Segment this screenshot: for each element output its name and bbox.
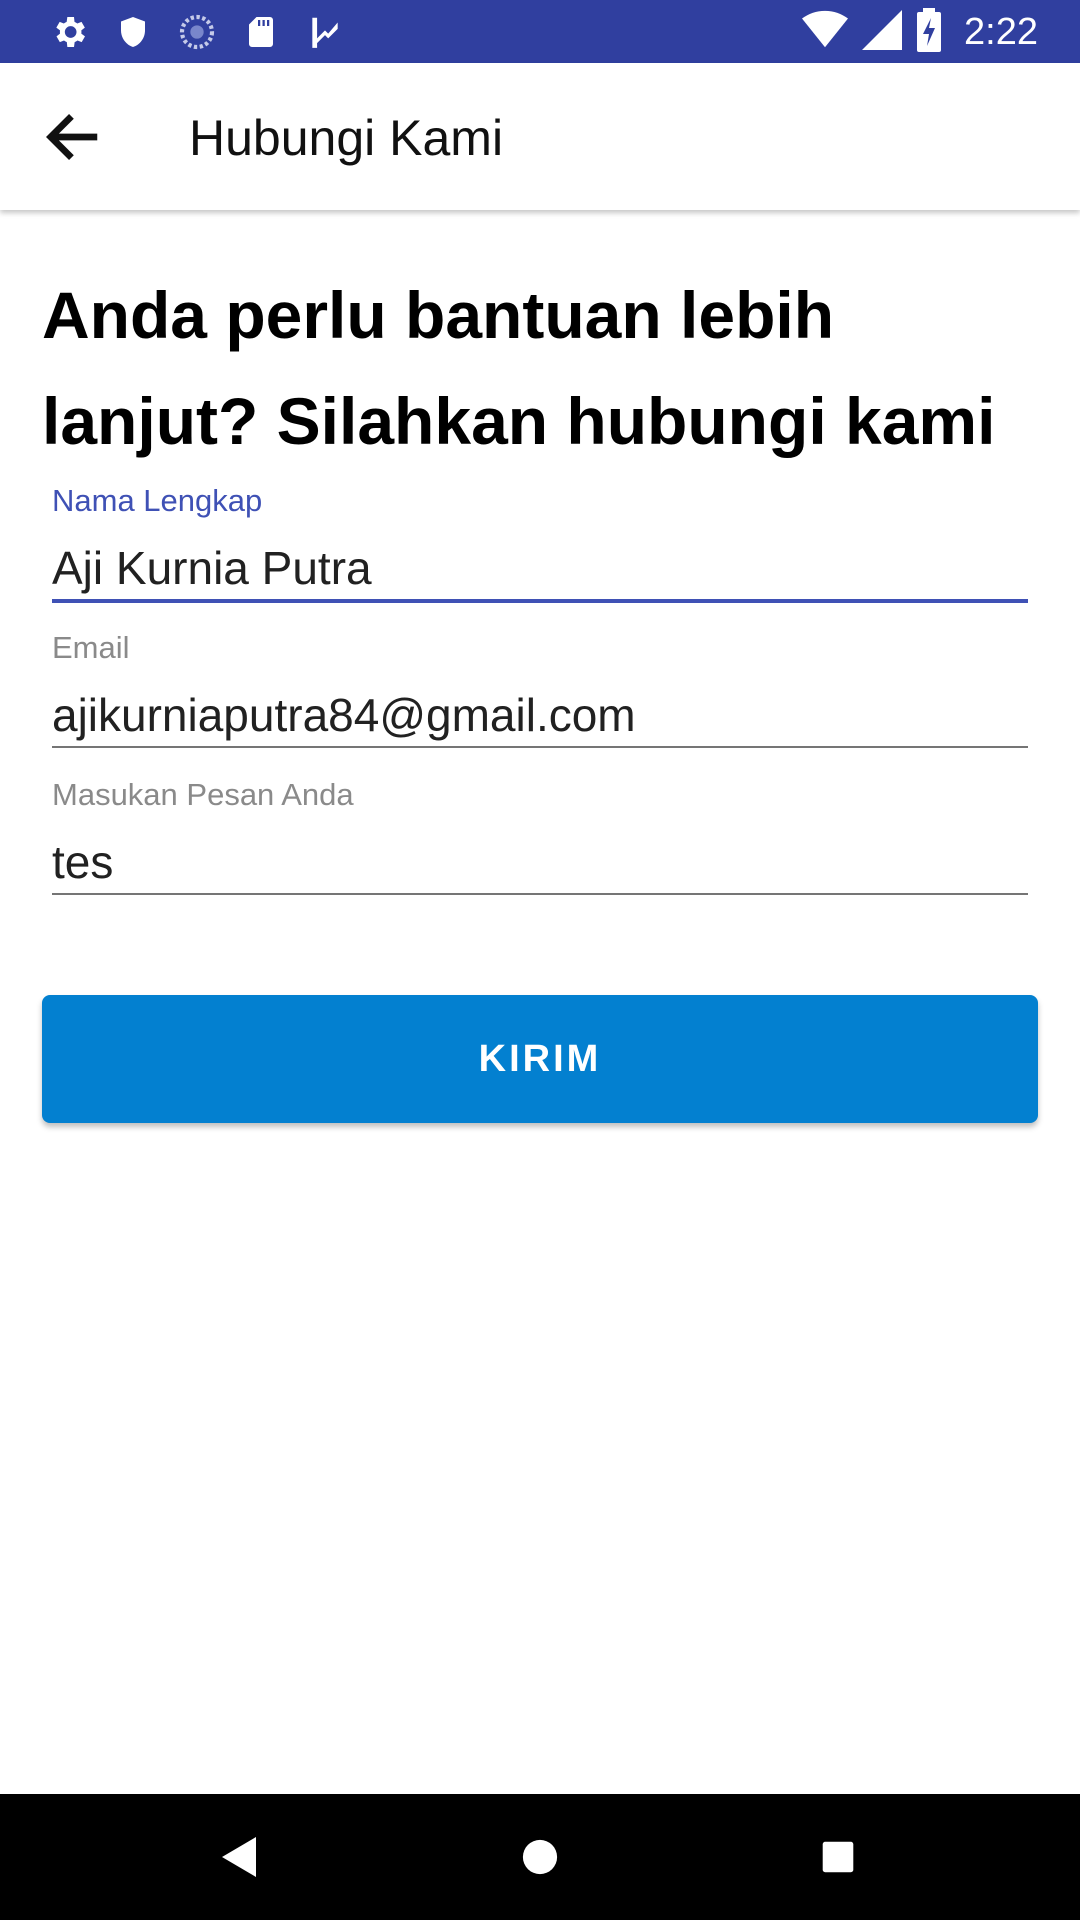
nav-recents-button[interactable]	[798, 1817, 878, 1897]
submit-button[interactable]: KIRIM	[42, 995, 1038, 1123]
email-field: Email	[52, 630, 1028, 748]
page-title: Hubungi Kami	[189, 110, 504, 166]
recents-square-icon	[822, 1841, 854, 1873]
sd-card-icon	[238, 10, 284, 54]
home-circle-icon	[522, 1839, 558, 1875]
back-triangle-icon	[222, 1837, 256, 1877]
nav-home-button[interactable]	[500, 1817, 580, 1897]
status-bar-system: 2:22	[802, 7, 1038, 57]
status-bar: 2:22	[0, 0, 1080, 63]
clock: 2:22	[964, 10, 1038, 53]
help-heading: Anda perlu bantuan lebih lanjut? Silahka…	[42, 278, 996, 458]
battery-charging-icon	[916, 7, 942, 57]
email-field-underline	[52, 746, 1028, 748]
email-input[interactable]	[52, 670, 1028, 746]
message-field-underline	[52, 893, 1028, 895]
app-bar: Hubungi Kami	[0, 63, 1080, 210]
name-field: Nama Lengkap	[52, 483, 1028, 603]
name-field-underline	[52, 599, 1028, 603]
message-field-label: Masukan Pesan Anda	[52, 777, 354, 812]
navigation-bar	[0, 1794, 1080, 1920]
wifi-icon	[802, 10, 849, 55]
sync-icon	[174, 10, 220, 54]
arrow-back-icon	[46, 113, 98, 161]
email-field-label: Email	[52, 630, 130, 665]
message-input[interactable]	[52, 817, 1028, 893]
name-input[interactable]	[52, 523, 1028, 599]
nav-back-button[interactable]	[200, 1817, 280, 1897]
screen: 2:22 Hubungi Kami Anda perlu bantuan leb…	[0, 0, 1080, 1920]
status-bar-notifications	[46, 10, 348, 54]
message-field: Masukan Pesan Anda	[52, 777, 1028, 895]
settings-icon	[46, 10, 92, 54]
back-button[interactable]	[26, 95, 122, 179]
name-field-label: Nama Lengkap	[52, 483, 263, 518]
shield-icon	[110, 10, 156, 54]
signal-icon	[862, 9, 903, 55]
task-icon	[302, 10, 348, 54]
